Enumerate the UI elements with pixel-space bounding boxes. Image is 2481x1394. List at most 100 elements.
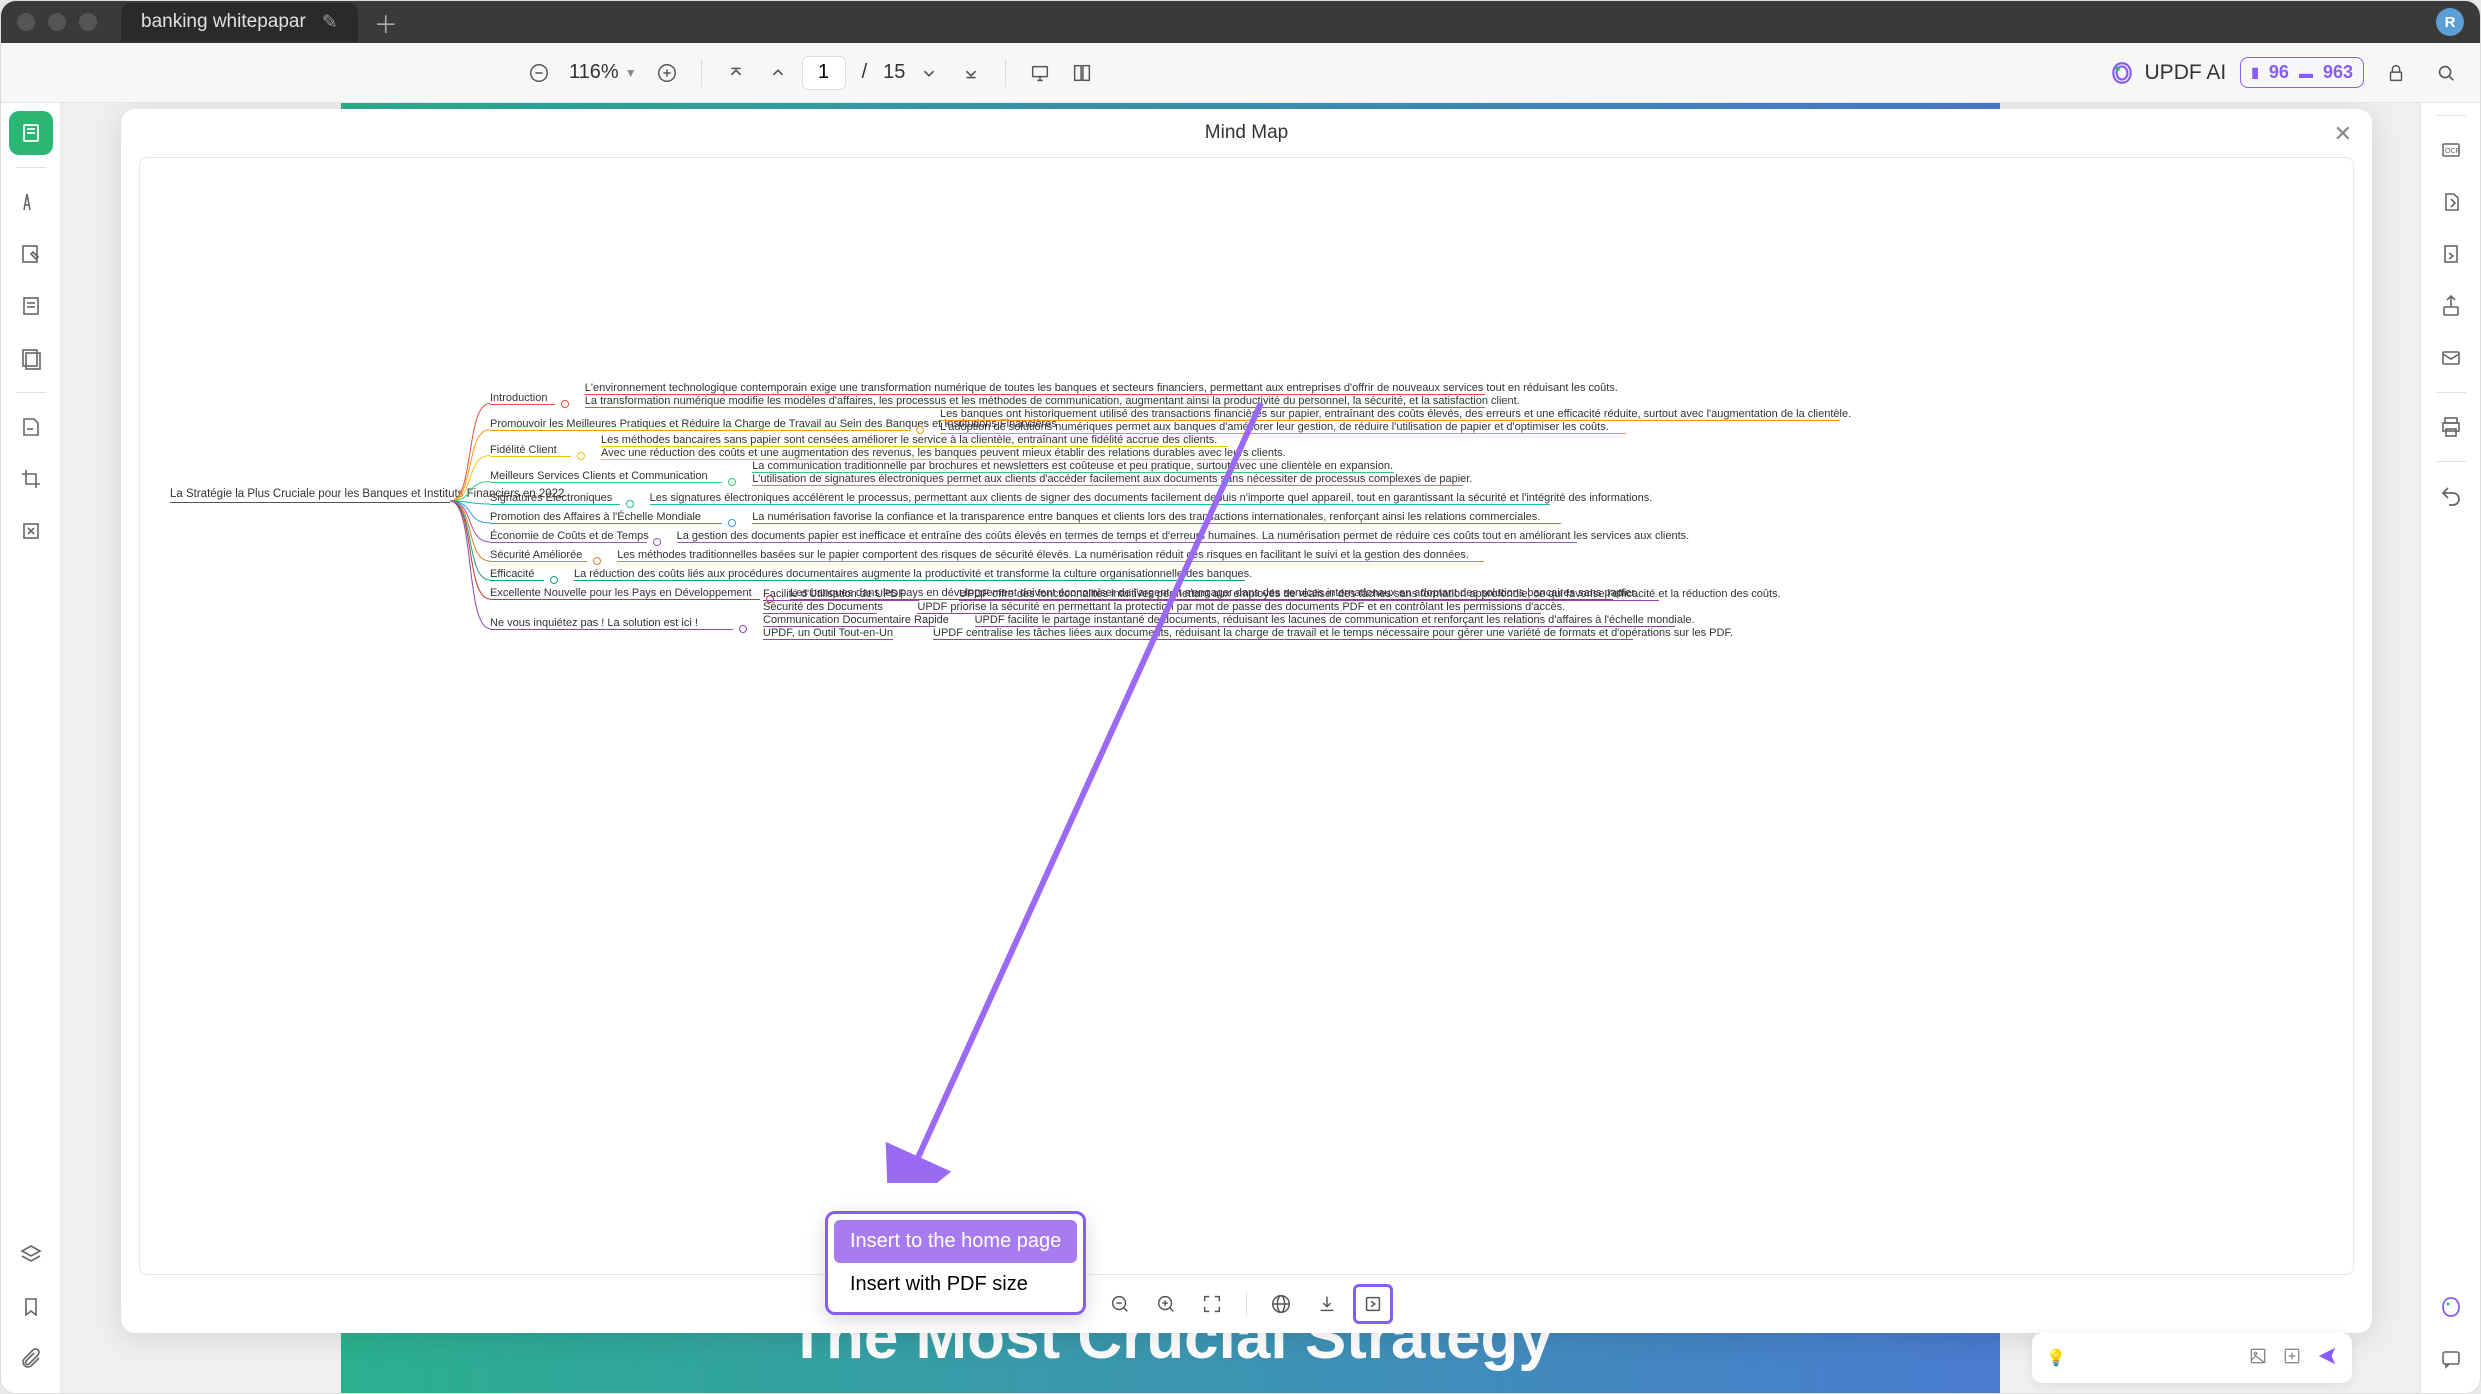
organize-tool[interactable]: [9, 336, 53, 380]
separator: [1246, 1292, 1247, 1316]
insert-home-page-option[interactable]: Insert to the home page: [834, 1220, 1077, 1263]
mindmap-leaf-node[interactable]: Sécurité des Documents: [763, 601, 883, 613]
edit-tool[interactable]: [9, 232, 53, 276]
mindmap-canvas[interactable]: La Stratégie la Plus Cruciale pour les B…: [139, 157, 2354, 1275]
mindmap-leaf-node[interactable]: Les signatures électroniques accélèrent …: [650, 492, 1653, 504]
reader-tool[interactable]: [9, 111, 53, 155]
mindmap-branch-node[interactable]: Sécurité Améliorée: [490, 549, 582, 561]
mindmap-leaf-node[interactable]: L'adoption de solutions numériques perme…: [940, 421, 1609, 433]
mindmap-branch-node[interactable]: Promotion des Affaires à l'Échelle Mondi…: [490, 511, 701, 523]
mindmap-branch-node[interactable]: Ne vous inquiétez pas ! La solution est …: [490, 617, 698, 629]
mindmap-insert-button[interactable]: [1353, 1284, 1393, 1324]
page-total: 15: [883, 61, 905, 84]
edit-tab-icon[interactable]: ✎: [322, 11, 338, 34]
undo-button[interactable]: [2429, 474, 2473, 518]
document-viewport: The Most Crucial Strategy Mind Map ✕ La …: [61, 103, 2420, 1393]
zoom-out-button[interactable]: [521, 55, 557, 91]
last-page-button[interactable]: [953, 55, 989, 91]
updf-logo-icon: [2109, 60, 2135, 86]
mindmap-leaf-node[interactable]: Avec une réduction des coûts et une augm…: [601, 447, 1286, 459]
mindmap-leaf-node[interactable]: Facilité d'Utilisation de UPDF: [763, 588, 905, 600]
share-button[interactable]: [2429, 284, 2473, 328]
zoom-level-select[interactable]: 116%▼: [563, 61, 643, 84]
modal-header: Mind Map ✕: [121, 109, 2372, 157]
mindmap-download-button[interactable]: [1307, 1284, 1347, 1324]
mindmap-branch-node[interactable]: Efficacité: [490, 568, 534, 580]
bookmark-button[interactable]: [9, 1285, 53, 1329]
mindmap-branch-node[interactable]: Signatures Électroniques: [490, 492, 612, 504]
comment-tool[interactable]: [9, 180, 53, 224]
screenshot-icon[interactable]: [2282, 1346, 2302, 1371]
form-tool[interactable]: [9, 284, 53, 328]
crop-tool[interactable]: [9, 457, 53, 501]
first-page-button[interactable]: [718, 55, 754, 91]
mindmap-leaf-node[interactable]: Les banques ont historiquement utilisé d…: [940, 408, 1851, 420]
image-icon[interactable]: [2248, 1346, 2268, 1371]
ai-chat-bar[interactable]: 💡: [2032, 1333, 2352, 1383]
credits-badge[interactable]: ▮96 ▬963: [2240, 57, 2364, 88]
mindmap-web-button[interactable]: [1261, 1284, 1301, 1324]
page-number-input[interactable]: [802, 56, 846, 90]
maximize-window-icon[interactable]: [79, 13, 97, 31]
mindmap-leaf-node[interactable]: UPDF, un Outil Tout-en-Un: [763, 627, 893, 639]
layers-button[interactable]: [9, 1233, 53, 1277]
separator: [2436, 115, 2466, 116]
user-avatar[interactable]: R: [2436, 8, 2464, 36]
svg-text:OCR: OCR: [2445, 148, 2461, 155]
export-button[interactable]: [2429, 180, 2473, 224]
mindmap-branch-node[interactable]: Excellente Nouvelle pour les Pays en Dév…: [490, 587, 752, 599]
mindmap-zoom-out-button[interactable]: [1100, 1284, 1140, 1324]
presentation-button[interactable]: [1022, 55, 1058, 91]
mindmap-leaf-node[interactable]: Communication Documentaire Rapide: [763, 614, 949, 626]
mindmap-modal: Mind Map ✕ La Stratégie la Plus Cruciale…: [121, 109, 2372, 1333]
prev-page-button[interactable]: [760, 55, 796, 91]
attachment-button[interactable]: [9, 1337, 53, 1381]
document-tab[interactable]: banking whitepapar ✎: [121, 3, 358, 42]
mindmap-fit-button[interactable]: [1192, 1284, 1232, 1324]
ai-brand[interactable]: UPDF AI: [2109, 60, 2227, 86]
insert-pdf-size-option[interactable]: Insert with PDF size: [834, 1263, 1077, 1306]
separator: [701, 59, 702, 87]
chat-button[interactable]: [2429, 1337, 2473, 1381]
mindmap-zoom-in-button[interactable]: [1146, 1284, 1186, 1324]
separator: [16, 167, 46, 168]
mindmap-branch-node[interactable]: Meilleurs Services Clients et Communicat…: [490, 470, 708, 482]
mindmap-branch-node[interactable]: Économie de Coûts et de Temps: [490, 530, 649, 542]
mindmap-leaf-node[interactable]: UPDF centralise les tâches liées aux doc…: [933, 627, 1733, 639]
mindmap-leaf-node[interactable]: L'environnement technologique contempora…: [585, 382, 1618, 394]
add-tab-button[interactable]: ＋: [374, 5, 398, 40]
mindmap-leaf-node[interactable]: La communication traditionnelle par broc…: [752, 460, 1393, 472]
page-export-button[interactable]: [2429, 232, 2473, 276]
mindmap-leaf-node[interactable]: La gestion des documents papier est inef…: [677, 530, 1690, 542]
mindmap-leaf-node[interactable]: UPDF offre des fonctionnalités intuitive…: [959, 588, 1781, 600]
tab-title: banking whitepapar: [141, 11, 306, 33]
mindmap-leaf-node[interactable]: L'utilisation de signatures électronique…: [752, 473, 1472, 485]
ocr-button[interactable]: OCR: [2429, 128, 2473, 172]
send-button[interactable]: [2316, 1345, 2338, 1372]
zoom-in-button[interactable]: [649, 55, 685, 91]
reading-mode-button[interactable]: [1064, 55, 1100, 91]
separator: [2436, 392, 2466, 393]
close-window-icon[interactable]: [17, 13, 35, 31]
mindmap-branch-node[interactable]: Introduction: [490, 392, 547, 404]
email-button[interactable]: [2429, 336, 2473, 380]
mindmap-leaf-node[interactable]: UPDF priorise la sécurité en permettant …: [917, 601, 1565, 613]
mindmap-leaf-node[interactable]: UPDF facilite le partage instantané de d…: [975, 614, 1695, 626]
lock-button[interactable]: [2378, 55, 2414, 91]
compress-tool[interactable]: [9, 509, 53, 553]
close-modal-button[interactable]: ✕: [2334, 121, 2352, 147]
mindmap-leaf-node[interactable]: La numérisation favorise la confiance et…: [752, 511, 1540, 523]
print-button[interactable]: [2429, 405, 2473, 449]
redact-tool[interactable]: [9, 405, 53, 449]
minimize-window-icon[interactable]: [48, 13, 66, 31]
mindmap-leaf-node[interactable]: La réduction des coûts liés aux procédur…: [574, 568, 1252, 580]
mindmap-leaf-node[interactable]: La transformation numérique modifie les …: [585, 395, 1520, 407]
modal-title: Mind Map: [1205, 122, 1288, 144]
next-page-button[interactable]: [911, 55, 947, 91]
mindmap-leaf-node[interactable]: Les méthodes traditionnelles basées sur …: [617, 549, 1469, 561]
mindmap-leaf-node[interactable]: Les méthodes bancaires sans papier sont …: [601, 434, 1217, 446]
chevron-down-icon: ▼: [625, 66, 637, 80]
search-button[interactable]: [2428, 55, 2464, 91]
mindmap-branch-node[interactable]: Fidélité Client: [490, 444, 557, 456]
ai-panel-button[interactable]: [2429, 1285, 2473, 1329]
